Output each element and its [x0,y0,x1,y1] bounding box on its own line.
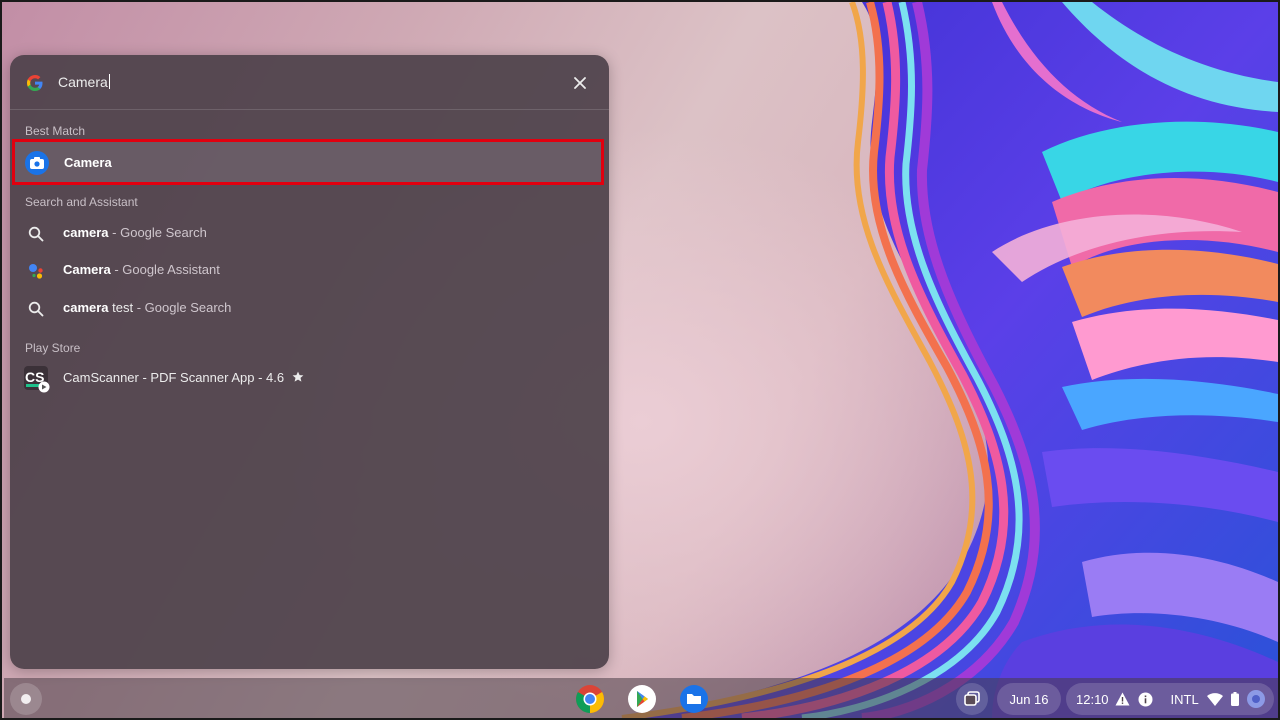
overview-button[interactable] [956,683,988,715]
ime-label: INTL [1170,691,1199,707]
files-icon [680,685,708,713]
shelf-app-chrome[interactable] [574,683,606,715]
search-icon [26,224,46,244]
result-google-assistant[interactable]: Camera - Google Assistant [10,252,609,288]
chrome-icon [576,685,604,713]
camscanner-icon: CS [24,366,50,393]
section-play-store: Play Store [25,341,81,355]
warning-icon [1115,692,1130,706]
time-label: 12:10 [1076,691,1109,707]
camera-app-icon [25,151,49,175]
google-assistant-icon [26,261,46,281]
play-store-icon [628,685,656,713]
result-camscanner[interactable]: CS CamScanner - PDF Scanner App - 4.6 [10,360,609,396]
date-tray[interactable]: Jun 16 [997,683,1061,715]
app-launcher: Camera Best Match Camera Search and Assi… [10,55,609,669]
launcher-icon [21,694,31,704]
star-icon [292,371,304,382]
google-g-icon [27,75,43,91]
result-text: camera - Google Search [63,225,207,240]
best-match-result[interactable]: Camera [12,139,604,185]
search-bar[interactable]: Camera [10,55,609,109]
result-text: CamScanner - PDF Scanner App - 4.6 [63,370,304,385]
status-tray[interactable]: 12:10 INTL [1066,683,1274,715]
battery-icon [1230,692,1239,706]
shelf: Jun 16 12:10 INTL [4,678,1278,718]
text-caret [108,74,110,89]
shelf-app-files[interactable] [678,683,710,715]
clear-search-button[interactable] [569,72,591,94]
result-google-search-camera-test[interactable]: camera test - Google Search [10,290,609,326]
search-input[interactable]: Camera [58,73,110,91]
info-icon [1138,692,1153,706]
result-text: camera test - Google Search [63,300,232,315]
wifi-icon [1206,692,1223,706]
search-divider [10,109,609,110]
search-query: Camera [58,74,108,90]
best-match-label: Camera [64,155,112,170]
date-label: Jun 16 [1009,691,1049,707]
desktop: Camera Best Match Camera Search and Assi… [2,2,1278,718]
result-text: Camera - Google Assistant [63,262,220,277]
close-icon [574,77,586,89]
section-best-match: Best Match [25,124,86,138]
launcher-button[interactable] [10,683,42,715]
result-google-search[interactable]: camera - Google Search [10,215,609,251]
section-search-assistant: Search and Assistant [25,195,138,209]
shelf-app-play-store[interactable] [626,683,658,715]
avatar [1246,690,1265,708]
search-icon [26,299,46,319]
desks-overview-icon [964,691,980,706]
